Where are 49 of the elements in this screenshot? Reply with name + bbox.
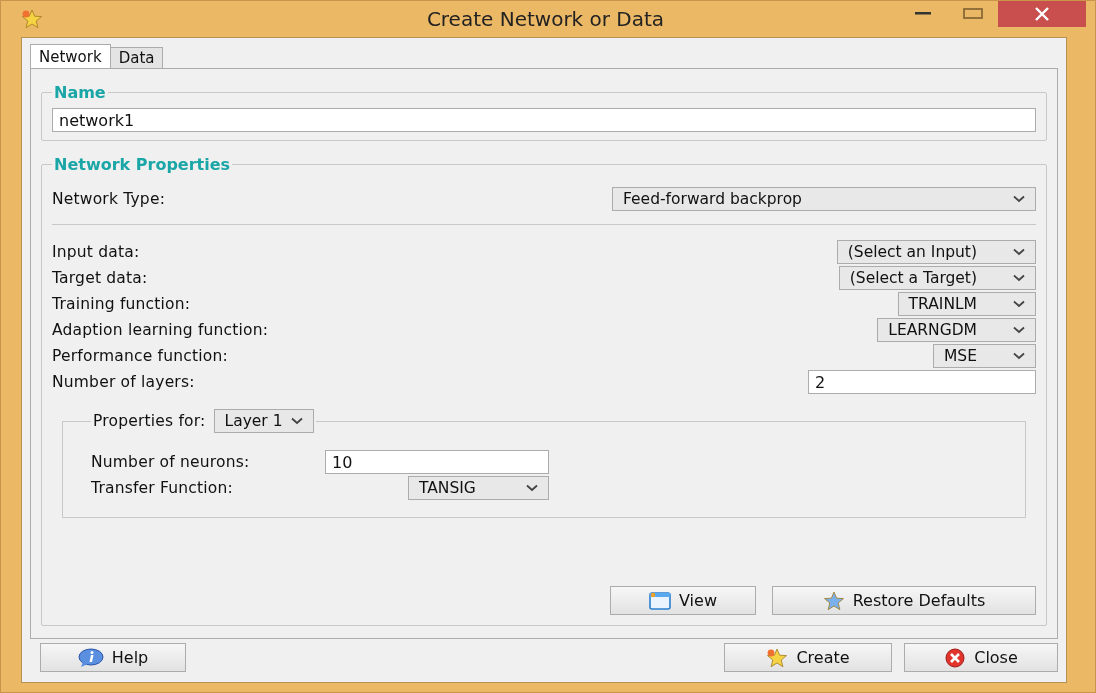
dropdown[interactable]: TANSIG <box>408 476 549 500</box>
close-window-button[interactable] <box>998 1 1086 27</box>
text-field[interactable]: 2 <box>808 370 1036 394</box>
close-icon <box>944 647 967 668</box>
star-icon <box>822 590 845 611</box>
field-label: Transfer Function: <box>91 479 233 497</box>
name-field[interactable]: network1 <box>52 108 1036 132</box>
window-title: Create Network or Data <box>425 7 666 31</box>
app-star-icon <box>21 9 43 29</box>
group-title: Name <box>53 83 107 102</box>
minimize-icon <box>915 12 931 16</box>
tab[interactable]: Network <box>30 44 111 68</box>
field-label: Performance function: <box>52 347 228 365</box>
chevron-icon <box>290 417 303 425</box>
close-icon <box>1034 7 1050 21</box>
window-icon <box>649 591 671 610</box>
group-title: Properties for: <box>93 412 206 430</box>
dropdown[interactable]: LEARNGDM <box>877 318 1036 342</box>
tab[interactable]: Data <box>109 47 164 68</box>
dropdown[interactable]: MSE <box>933 344 1036 368</box>
chevron-icon <box>1013 300 1025 308</box>
chevron-icon <box>1013 248 1025 256</box>
field-label: Network Type: <box>52 190 166 208</box>
maximize-icon <box>963 8 983 20</box>
chevron-icon <box>1013 195 1025 203</box>
close-button[interactable]: Close <box>904 643 1058 672</box>
help-button[interactable]: Help <box>40 643 186 672</box>
dropdown[interactable]: Layer 1 <box>213 409 314 433</box>
dropdown[interactable]: Feed-forward backprop <box>612 187 1036 211</box>
dropdown[interactable]: (Select a Target) <box>838 266 1036 290</box>
restore-button[interactable]: Restore Defaults <box>772 586 1036 615</box>
chevron-icon <box>526 484 538 492</box>
dropdown[interactable]: (Select an Input) <box>836 240 1036 264</box>
chevron-icon <box>1013 274 1025 282</box>
chevron-icon <box>1013 352 1025 360</box>
field-label: Number of neurons: <box>91 453 250 471</box>
chevron-icon <box>1013 326 1025 334</box>
star-icon <box>766 647 789 668</box>
create-button[interactable]: Create <box>724 643 892 672</box>
dropdown[interactable]: TRAINLM <box>897 292 1036 316</box>
field-label: Target data: <box>52 269 148 287</box>
view-button[interactable]: View <box>610 586 756 615</box>
field-label: Input data: <box>52 243 140 261</box>
group-title: Network Properties <box>53 155 232 174</box>
info-icon <box>77 647 104 668</box>
field-label: Number of layers: <box>52 373 195 391</box>
field-label: Adaption learning function: <box>52 321 269 339</box>
field-label: Training function: <box>52 295 191 313</box>
text-field[interactable]: 10 <box>325 450 549 474</box>
